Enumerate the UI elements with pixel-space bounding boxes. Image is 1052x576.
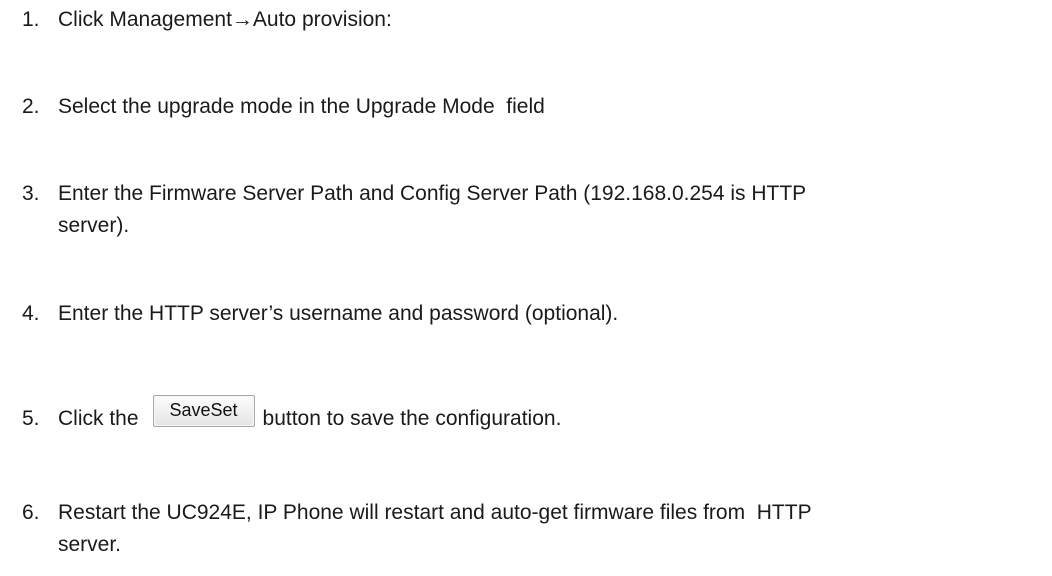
- step-text: Enter the Firmware Server Path and Confi…: [58, 182, 807, 205]
- step-text: button to save the configuration.: [262, 407, 562, 430]
- step-1: 1. Click Management→Auto provision:: [22, 4, 1042, 36]
- step-text: Select the upgrade mode in the Upgrade M…: [58, 95, 545, 118]
- step-text: Restart the UC924E, IP Phone will restar…: [58, 501, 812, 524]
- step-text: Click Management→Auto provision:: [58, 8, 392, 31]
- saveset-button[interactable]: SaveSet: [152, 395, 255, 428]
- step-6: 6. Restart the UC924E, IP Phone will rest…: [22, 497, 1042, 561]
- step-text: Click the: [58, 407, 139, 430]
- step-number: 1.: [22, 8, 40, 31]
- step-number: 6.: [22, 501, 40, 524]
- step-5: 5. Click the SaveSet button to save the con…: [22, 395, 1042, 435]
- step-number: 3.: [22, 182, 40, 205]
- step-number: 5.: [22, 407, 40, 430]
- step-number: 4.: [22, 302, 40, 325]
- step-number: 2.: [22, 95, 40, 118]
- step-3: 3. Enter the Firmware Server Path and Con…: [22, 178, 1042, 242]
- step-4: 4. Enter the HTTP server’s username and p…: [22, 298, 1042, 330]
- step-text-continuation: server.: [58, 533, 122, 556]
- step-text-continuation: server).: [58, 214, 130, 237]
- step-2: 2. Select the upgrade mode in the Upgrade…: [22, 91, 1042, 123]
- step-text: Enter the HTTP server’s username and pas…: [58, 302, 619, 325]
